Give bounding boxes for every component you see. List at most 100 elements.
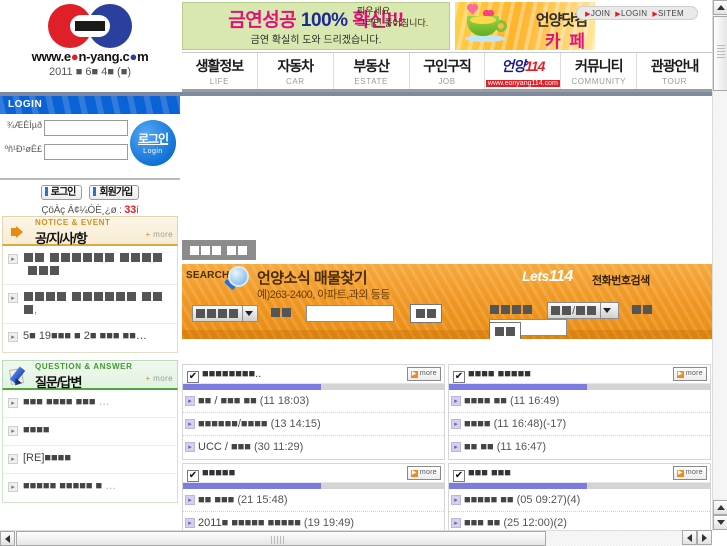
- member-count-number: 33: [124, 204, 137, 216]
- login-id-input[interactable]: [44, 120, 128, 136]
- list-item[interactable]: ▸ ■■ ■■■ (21 15:48): [183, 489, 444, 512]
- list-column-left: ✔ ■■■■■■■■.. ▶ more ▸ ■■ / ■■■ ■■ (11 18:03…: [182, 364, 445, 539]
- scroll-up-button[interactable]: [713, 0, 727, 15]
- check-icon[interactable]: ✔: [187, 371, 199, 383]
- nav-item-life[interactable]: 생활정보 LIFE: [182, 53, 258, 89]
- arrow-icon: ▸: [185, 518, 195, 528]
- qna-more-link[interactable]: + more: [145, 374, 173, 383]
- list-item[interactable]: ▸ ■■■■■■/■■■■ (13 14:15): [183, 413, 444, 436]
- nav-item-car[interactable]: 자동차 CAR: [258, 53, 334, 89]
- notice-more-link[interactable]: + more: [145, 230, 173, 239]
- banner-stop-smoking[interactable]: 피우세요_ 그러면 퐇어침니다. 금연성공 100% 확신!!! 금연 확실히 …: [182, 2, 450, 50]
- more-button[interactable]: ▶ more: [406, 466, 441, 480]
- more-button[interactable]: ▶ more: [672, 466, 707, 480]
- timestamp: (13 14:15): [270, 418, 321, 430]
- timestamp: (25 12:00)(2): [503, 517, 567, 529]
- list-section: ✔ ■■■■■■■■.. ▶ more ▸ ■■ / ■■■ ■■ (11 18:03…: [182, 364, 445, 460]
- qna-panel-header: QUESTION & ANSWER 질문/답변 + more: [2, 360, 178, 390]
- arrow-icon: ▸: [185, 442, 195, 452]
- arrow-icon: ▶: [585, 11, 591, 18]
- login-submit-circle-button[interactable]: 로그인 Login: [130, 120, 176, 166]
- search-panel: SEARCH 언양소식 매물찾기 예)263-2400, 아파트,과외 등등 L…: [182, 264, 712, 339]
- search-submit-button[interactable]: [410, 304, 443, 323]
- list-section-header: ✔ ■■■ ■■■ ▶ more: [449, 464, 710, 483]
- scroll-down-button[interactable]: [713, 515, 727, 530]
- arrow-icon: ▸: [451, 419, 461, 429]
- phone-search-submit-button[interactable]: [489, 322, 521, 339]
- timestamp: (11 16:48)(-17): [493, 418, 567, 430]
- join-button[interactable]: 회원가입: [89, 185, 140, 200]
- list-item[interactable]: ▸ ■■■■ ■■ (11 16:49): [449, 390, 710, 413]
- lets114-label: Lets114: [522, 268, 573, 285]
- radio-label-box: [271, 308, 281, 318]
- login-link[interactable]: LOGIN: [621, 9, 647, 18]
- horizontal-scrollbar[interactable]: [0, 530, 712, 546]
- nav-label-en: TOUR: [662, 77, 688, 86]
- scroll-left-button[interactable]: [0, 531, 15, 546]
- login-password-input[interactable]: [44, 144, 128, 160]
- chevron-down-icon[interactable]: [242, 306, 255, 321]
- gray-tab-bar[interactable]: [182, 240, 256, 260]
- nav-item-community[interactable]: 커뮤니티 COMMUNITY: [561, 53, 638, 89]
- utility-links[interactable]: ▶JOIN ▶LOGIN ▶SITEM: [576, 6, 698, 20]
- list-item[interactable]: ▸ ,: [3, 285, 177, 324]
- notice-panel-header: NOTICE & EVENT 공/지/사/항 + more: [2, 216, 178, 246]
- arrow-icon: ▸: [451, 495, 461, 505]
- timestamp: (11 16:49): [509, 395, 560, 407]
- nav-item-tour[interactable]: 관광안내 TOUR: [637, 53, 712, 89]
- list-section-title: ■■■■■: [202, 467, 236, 479]
- list-item[interactable]: ▸ ■■■■ (11 16:48)(-17): [449, 413, 710, 436]
- nav-item-estate[interactable]: 부동산 ESTATE: [334, 53, 410, 89]
- list-item[interactable]: ▸: [3, 246, 177, 285]
- list-item[interactable]: ▸ ■■■■■ ■■ (05 09:27)(4): [449, 489, 710, 512]
- list-item[interactable]: ▸ ■■ / ■■■ ■■ (11 18:03): [183, 390, 444, 413]
- search-form-row: [192, 304, 443, 323]
- vertical-scrollbar-track[interactable]: [713, 92, 727, 498]
- list-item[interactable]: ▸ ■■■■■ ■■■■■ ■ …: [3, 474, 177, 502]
- scroll-left-button-corner[interactable]: [682, 530, 697, 545]
- list-item[interactable]: ▸ ■■ ■■ (11 16:47): [449, 436, 710, 459]
- more-button[interactable]: ▶ more: [672, 367, 707, 381]
- notice-panel-ko-title: 공/지/사/항: [35, 231, 88, 246]
- banner-cafe[interactable]: 언양닷컴 카 페: [455, 2, 595, 50]
- login-box-title: LOGIN: [0, 96, 180, 114]
- more-button[interactable]: ▶ more: [406, 367, 441, 381]
- nav-item-job[interactable]: 구인구직 JOB: [410, 53, 486, 89]
- search-category-select[interactable]: [192, 305, 258, 322]
- horizontal-scrollbar-thumb[interactable]: [16, 531, 546, 546]
- phone-category-select[interactable]: /: [547, 302, 620, 319]
- timestamp: (21 15:48): [237, 494, 288, 506]
- arrow-icon: ▸: [8, 254, 18, 264]
- list-item[interactable]: ▸ [RE]■■■■: [3, 446, 177, 474]
- vertical-scrollbar[interactable]: [712, 0, 727, 530]
- timestamp: (19 19:49): [303, 517, 355, 529]
- login-button[interactable]: 로그인: [40, 185, 83, 200]
- corner-scroll-buttons: [682, 530, 712, 545]
- check-icon[interactable]: ✔: [187, 470, 199, 482]
- list-item[interactable]: ▸ 5■ 19■■■ ■ 2■ ■■■ ■■…: [3, 324, 177, 352]
- login-id-label: ¾ÆÈÌµð: [6, 120, 42, 130]
- search-input[interactable]: [306, 305, 395, 322]
- join-link[interactable]: JOIN: [591, 9, 610, 18]
- phone-search-row: /: [489, 302, 712, 336]
- notice-list: ▸ ▸ , ▸ 5■ 19■■■ ■ 2■ ■■■ ■■…: [2, 246, 178, 353]
- list-item-text: ■■■ ■■: [464, 517, 501, 529]
- list-section-title: ■■■■■■■■..: [202, 368, 262, 380]
- nav-label-en: www.eonyang114.com: [485, 80, 560, 87]
- login-password-label: ºñ¹Ð¹øÈ£: [4, 144, 42, 154]
- scroll-up-button-bottom[interactable]: [713, 500, 727, 515]
- scroll-right-button[interactable]: [697, 530, 712, 545]
- site-logo[interactable]: www.e●n-yang.c●m 2011 ■ 6■ 4■ (■): [0, 0, 180, 92]
- arrow-icon: ▸: [8, 398, 18, 408]
- chevron-down-icon[interactable]: [600, 303, 614, 318]
- list-item[interactable]: ▸ ■■■ ■■■■ ■■■ …: [3, 390, 177, 418]
- check-icon[interactable]: ✔: [453, 470, 465, 482]
- magnifier-icon: [223, 266, 250, 292]
- list-item[interactable]: ▸ ■■■■: [3, 418, 177, 446]
- list-item[interactable]: ▸ UCC / ■■■ (30 11:29): [183, 436, 444, 459]
- sitemap-link[interactable]: SITEM: [658, 9, 684, 18]
- vertical-scrollbar-thumb[interactable]: [713, 16, 727, 91]
- nav-item-eonyang114[interactable]: 언양114 www.eonyang114.com: [485, 53, 562, 89]
- arrow-icon: ▸: [8, 426, 18, 436]
- check-icon[interactable]: ✔: [453, 371, 465, 383]
